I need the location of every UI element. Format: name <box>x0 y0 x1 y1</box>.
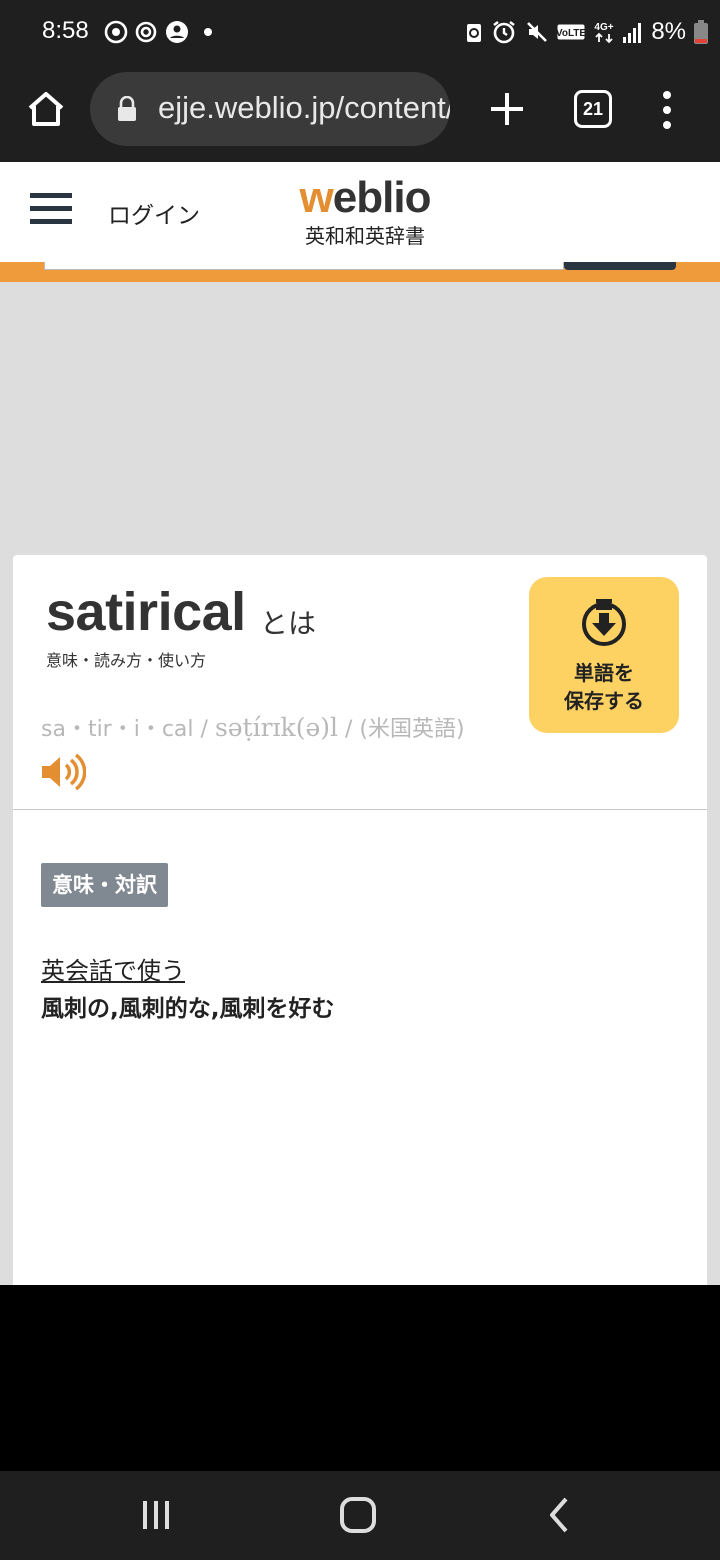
whatsapp-icon <box>104 20 128 44</box>
eikaiwa-link[interactable]: 英会話で使う <box>41 951 185 986</box>
status-time: 8:58 <box>42 17 89 44</box>
back-icon[interactable] <box>538 1495 582 1535</box>
system-nav-bar <box>0 1471 720 1560</box>
logo-subtitle: 英和和英辞書 <box>305 224 425 248</box>
region: (米国英語) <box>359 717 465 742</box>
login-link[interactable]: ログイン <box>108 196 200 230</box>
download-icon <box>582 599 626 646</box>
lock-icon <box>118 96 136 121</box>
url-text: ejje.weblio.jp/content/satirical <box>158 90 450 125</box>
home-icon[interactable] <box>22 86 70 134</box>
search-input[interactable] <box>44 262 564 270</box>
save-word-label: 単語を 保存する <box>564 661 644 713</box>
alarm-icon <box>493 21 516 44</box>
signal-icon <box>623 23 642 43</box>
search-button[interactable] <box>564 262 676 270</box>
recycle-icon <box>467 24 482 42</box>
entry-card: satirical とは 意味・読み方・使い方 単語を 保存する sa・tir・… <box>13 555 707 1285</box>
battery-percent: 8% <box>651 18 686 45</box>
recent-apps-icon[interactable] <box>134 1495 178 1535</box>
sync-icon <box>135 21 157 43</box>
battery-icon <box>694 20 708 44</box>
page-title: satirical <box>46 582 246 642</box>
title-sublabel: 意味・読み方・使い方 <box>46 651 207 670</box>
browser-toolbar: ejje.weblio.jp/content/satirical 21 <box>0 64 720 162</box>
hamburger-menu-icon[interactable] <box>30 193 72 227</box>
meaning-text: 風刺の,風刺的な,風刺を好む <box>41 996 335 1022</box>
site-header: ログイン weblio 英和和英辞書 <box>0 162 720 262</box>
new-tab-icon[interactable] <box>486 88 528 130</box>
volte-icon: VoLTE <box>557 24 585 40</box>
4g-icon: 4G+ <box>595 22 614 44</box>
svg-text:4G+: 4G+ <box>595 22 614 33</box>
status-bar: 8:58 VoLTE 4G+ 8% <box>0 0 720 64</box>
divider <box>13 809 707 810</box>
ipa: səṭírɪk(ə)l <box>214 713 338 742</box>
syllables: sa・tir・i・cal <box>41 717 194 742</box>
home-nav-icon[interactable] <box>336 1495 380 1535</box>
meaning-tag: 意味・対訳 <box>41 863 168 907</box>
logo-w: w <box>299 173 334 222</box>
account-icon <box>166 21 188 43</box>
mute-icon <box>527 22 548 42</box>
dot-icon <box>204 28 212 36</box>
svg-text:VoLTE: VoLTE <box>557 28 585 39</box>
logo-rest: eblio <box>332 173 432 222</box>
black-area <box>0 1285 720 1471</box>
weblio-logo[interactable]: weblio 英和和英辞書 <box>290 176 440 249</box>
status-icons-right: VoLTE 4G+ 8% <box>465 16 708 48</box>
more-menu-icon[interactable] <box>658 90 676 130</box>
title-suffix: とは <box>260 607 317 640</box>
address-bar[interactable]: ejje.weblio.jp/content/satirical <box>90 72 450 146</box>
tab-switcher-button[interactable]: 21 <box>574 90 612 128</box>
save-word-button[interactable]: 単語を 保存する <box>529 577 679 733</box>
pronunciation: sa・tir・i・cal / səṭírɪk(ə)l / (米国英語) <box>41 713 465 742</box>
speaker-icon[interactable] <box>40 753 86 791</box>
